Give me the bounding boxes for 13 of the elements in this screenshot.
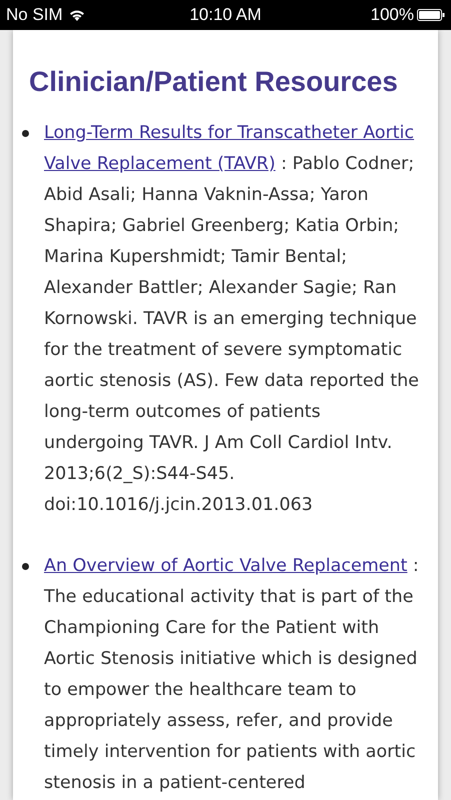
battery-icon bbox=[416, 9, 445, 21]
resource-link[interactable]: Valve Replacement (TAVR) bbox=[44, 154, 276, 174]
wifi-icon bbox=[68, 9, 85, 21]
resource-link[interactable]: Long-Term Results for Transcatheter Aortic bbox=[44, 123, 414, 143]
carrier-label: No SIM bbox=[6, 5, 63, 25]
resource-entry: An Overview of Aortic Valve Replacement : The educational activity that is part of the Championing Care for the Patient with Aortic Stenosis initiative which is designed to empower the healthcare team to appropriately assess, refer, and provide timely intervention for patients with aortic stenosis in a patient-centered bbox=[44, 555, 420, 795]
bullet-icon bbox=[22, 130, 29, 137]
clock-time: 10:10 AM bbox=[190, 5, 262, 25]
bullet-icon bbox=[22, 563, 29, 570]
battery-percent: 100% bbox=[370, 5, 414, 25]
page-heading: Clinician/Patient Resources bbox=[29, 65, 399, 99]
resource-entry: Long-Term Results for Transcatheter Aortic Valve Replacement (TAVR) : Pablo Codner; Abid Asali; Hanna Vaknin-Assa; Yaron Shapira; Gabriel Greenberg; Katia Orbin; Marina Kupershmidt; Tamir Bental; Alexander Battler; Alexander Sagie; Ran Kornowski. TAVR is an emerging technique for the treatment of severe symptomatic aortic stenosis (AS). Few data reported the long-term outcomes of patients undergoing TAVR. J Am Coll Cardiol Intv. 2013;6(2_S):S44-S45. doi:10.1016/j.jcin.2013.01.063 bbox=[44, 122, 420, 517]
resource-link[interactable]: An Overview of Aortic Valve Replacement bbox=[44, 556, 408, 576]
